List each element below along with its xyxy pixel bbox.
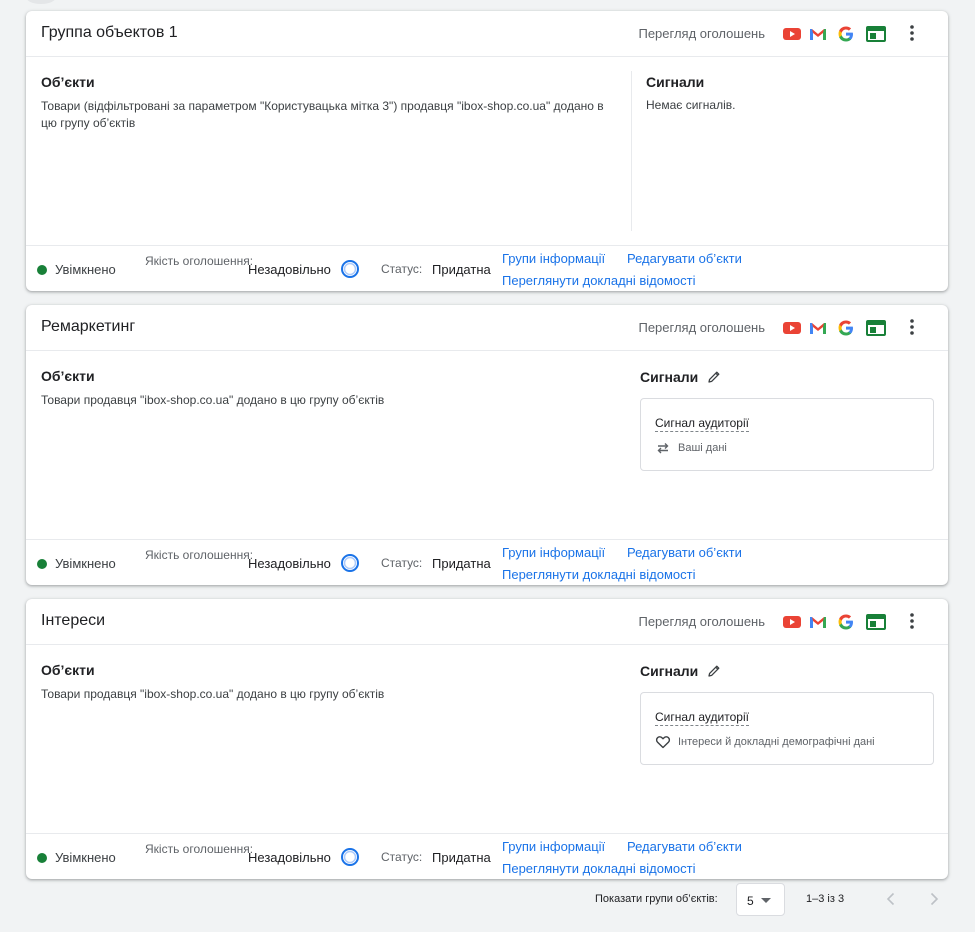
edit-assets-link[interactable]: Редагувати об’єкти [627, 839, 742, 854]
card-title: Группа объектов 1 [41, 24, 178, 41]
display-network-icon[interactable] [866, 318, 886, 338]
gmail-icon[interactable] [808, 318, 828, 338]
audience-signal-box: Сигнал аудиторії Ваші дані [640, 398, 934, 471]
edit-assets-link[interactable]: Редагувати об’єкти [627, 251, 742, 266]
gmail-icon[interactable] [808, 24, 828, 44]
page-size-select[interactable]: 5 [736, 883, 785, 916]
card-header: Інтереси Перегляд оголошень [26, 599, 948, 645]
ad-strength-label: Якість оголошення: [145, 254, 254, 268]
ad-strength-label: Якість оголошення: [145, 548, 254, 562]
enabled-status-label[interactable]: Увімкнено [55, 556, 116, 571]
top-avatar-stub [26, 0, 56, 4]
ad-preview-label[interactable]: Перегляд оголошень [638, 614, 765, 629]
audience-signal-item: Інтереси й докладні демографічні дані [655, 734, 875, 750]
edit-assets-link[interactable]: Редагувати об’єкти [627, 545, 742, 560]
enabled-status-dot [37, 559, 47, 569]
youtube-icon[interactable] [782, 24, 802, 44]
asset-group-card: Группа объектов 1 Перегляд оголошень Об’… [26, 11, 948, 291]
status-value: Придатна [432, 262, 491, 277]
asset-group-card: Ремаркетинг Перегляд оголошень Об’єкти Т… [26, 305, 948, 585]
google-search-icon[interactable] [836, 24, 856, 44]
enabled-status-dot [37, 265, 47, 275]
signals-title: Сигнали [640, 368, 699, 385]
insights-link[interactable]: Групи інформації [502, 251, 605, 266]
more-vert-icon[interactable] [902, 611, 922, 631]
objects-section: Об’єкти Товари продавця "ibox-shop.co.ua… [41, 368, 621, 409]
objects-description: Товари (відфільтровані за параметром "Ко… [41, 99, 604, 130]
view-details-link[interactable]: Переглянути докладні відомості [502, 567, 695, 582]
display-network-icon[interactable] [866, 612, 886, 632]
signals-title: Сигнали [646, 74, 705, 90]
objects-title: Об’єкти [41, 368, 95, 384]
pagination-bar: Показати групи об’єктів: 5 1–3 із 3 [0, 883, 975, 916]
no-signals-text: Немає сигналів. [646, 98, 736, 112]
pencil-icon[interactable] [706, 369, 722, 385]
enabled-status-dot [37, 853, 47, 863]
ad-strength-ring-icon [341, 554, 359, 572]
objects-description: Товари продавця "ibox-shop.co.ua" додано… [41, 393, 385, 407]
caret-down-icon [761, 898, 771, 903]
view-details-link[interactable]: Переглянути докладні відомості [502, 861, 695, 876]
objects-section: Об’єкти Товари продавця "ibox-shop.co.ua… [41, 662, 621, 703]
status-label: Статус: [381, 850, 423, 864]
gmail-icon[interactable] [808, 612, 828, 632]
card-footer: Увімкнено Якість оголошення: Незадовільн… [26, 539, 948, 585]
google-search-icon[interactable] [836, 612, 856, 632]
more-vert-icon[interactable] [902, 317, 922, 337]
ad-preview-label[interactable]: Перегляд оголошень [638, 26, 765, 41]
signals-section: Сигнали Сигнал аудиторії Ваші дані [640, 368, 940, 471]
objects-section: Об’єкти Товари (відфільтровані за параме… [41, 74, 621, 132]
view-details-link[interactable]: Переглянути докладні відомості [502, 273, 695, 288]
enabled-status-label[interactable]: Увімкнено [55, 850, 116, 865]
audience-signal-item-label: Ваші дані [678, 442, 727, 454]
objects-title: Об’єкти [41, 662, 95, 678]
status-label: Статус: [381, 556, 423, 570]
card-header: Группа объектов 1 Перегляд оголошень [26, 11, 948, 57]
page-range: 1–3 із 3 [806, 893, 845, 905]
display-network-icon[interactable] [866, 24, 886, 44]
asset-group-card: Інтереси Перегляд оголошень Об’єкти Това… [26, 599, 948, 879]
ad-strength-value[interactable]: Незадовільно [248, 262, 331, 277]
enabled-status-label[interactable]: Увімкнено [55, 262, 116, 277]
youtube-icon[interactable] [782, 612, 802, 632]
ad-strength-ring-icon [341, 260, 359, 278]
youtube-icon[interactable] [782, 318, 802, 338]
audience-signal-item-label: Інтереси й докладні демографічні дані [678, 736, 875, 748]
card-footer: Увімкнено Якість оголошення: Незадовільн… [26, 245, 948, 291]
page-size-value: 5 [747, 894, 754, 908]
signals-title: Сигнали [640, 662, 699, 679]
insights-link[interactable]: Групи інформації [502, 545, 605, 560]
status-label: Статус: [381, 262, 423, 276]
ad-preview-label[interactable]: Перегляд оголошень [638, 320, 765, 335]
pencil-icon[interactable] [706, 663, 722, 679]
card-header: Ремаркетинг Перегляд оголошень [26, 305, 948, 351]
ad-strength-label: Якість оголошення: [145, 842, 254, 856]
card-footer: Увімкнено Якість оголошення: Незадовільн… [26, 833, 948, 879]
objects-title: Об’єкти [41, 74, 95, 90]
more-vert-icon[interactable] [902, 23, 922, 43]
audience-signal-item: Ваші дані [655, 440, 727, 456]
heart-icon [655, 736, 671, 749]
chevron-right-icon[interactable] [925, 890, 943, 908]
signals-section: Сигнали Немає сигналів. [646, 74, 936, 112]
insights-link[interactable]: Групи інформації [502, 839, 605, 854]
card-title: Ремаркетинг [41, 318, 136, 335]
sync-arrows-icon [657, 443, 669, 454]
objects-description: Товари продавця "ibox-shop.co.ua" додано… [41, 687, 385, 701]
audience-signal-title[interactable]: Сигнал аудиторії [655, 416, 749, 432]
ad-strength-value[interactable]: Незадовільно [248, 850, 331, 865]
audience-signal-box: Сигнал аудиторії Інтереси й докладні дем… [640, 692, 934, 765]
chevron-left-icon[interactable] [882, 890, 900, 908]
status-value: Придатна [432, 850, 491, 865]
status-value: Придатна [432, 556, 491, 571]
audience-signal-title[interactable]: Сигнал аудиторії [655, 710, 749, 726]
google-search-icon[interactable] [836, 318, 856, 338]
card-title: Інтереси [41, 612, 106, 629]
ad-strength-ring-icon [341, 848, 359, 866]
page-size-label: Показати групи об’єктів: [595, 893, 718, 905]
signals-section: Сигнали Сигнал аудиторії Інтереси й докл… [640, 662, 940, 765]
section-divider [631, 71, 632, 231]
ad-strength-value[interactable]: Незадовільно [248, 556, 331, 571]
